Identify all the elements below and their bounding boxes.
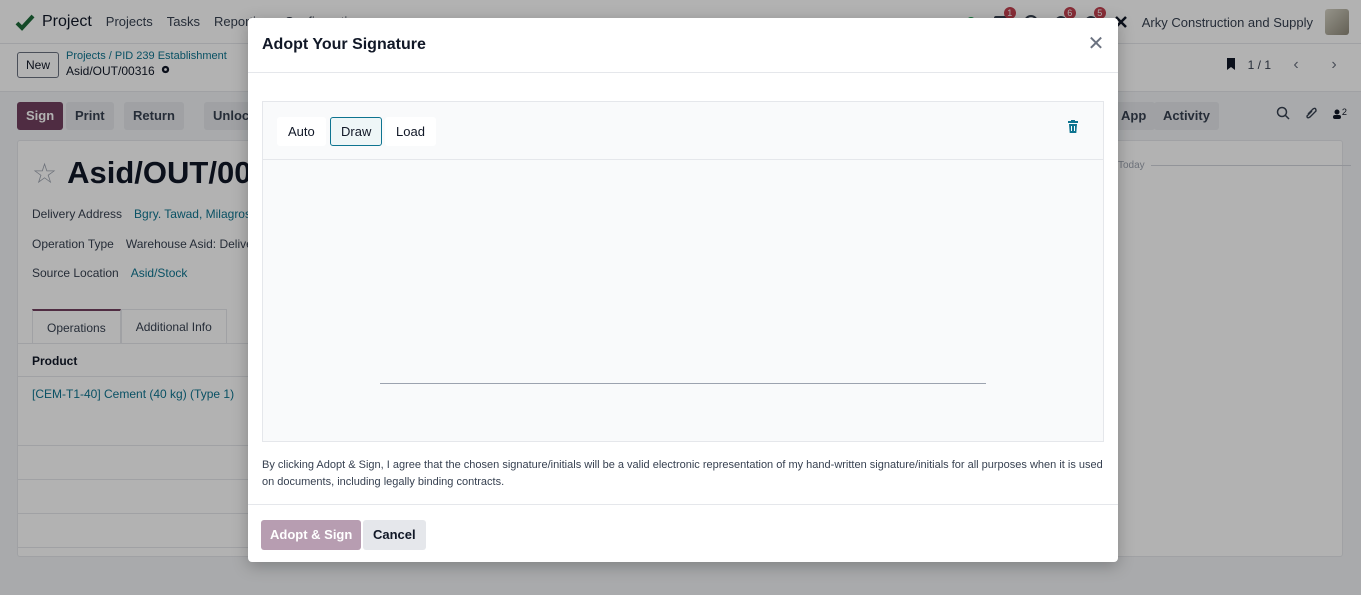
adopt-signature-dialog: Adopt Your Signature ✕ Auto Draw Load By… <box>248 18 1118 562</box>
legal-disclaimer: By clicking Adopt & Sign, I agree that t… <box>262 459 1103 488</box>
dialog-header: Adopt Your Signature ✕ <box>248 18 1118 73</box>
auto-mode-button[interactable]: Auto <box>277 117 326 146</box>
cancel-button[interactable]: Cancel <box>363 520 426 550</box>
signature-area: Auto Draw Load <box>262 101 1104 442</box>
load-mode-button[interactable]: Load <box>385 117 436 146</box>
signature-canvas[interactable] <box>263 160 1103 441</box>
signature-mode-toolbar: Auto Draw Load <box>263 102 1103 160</box>
signature-baseline <box>380 383 986 384</box>
draw-mode-button[interactable]: Draw <box>330 117 383 146</box>
trash-icon[interactable] <box>1067 120 1081 136</box>
close-icon[interactable]: ✕ <box>1086 34 1106 54</box>
adopt-and-sign-button[interactable]: Adopt & Sign <box>261 520 362 550</box>
dialog-footer: Adopt & Sign Cancel <box>248 504 1118 562</box>
dialog-title: Adopt Your Signature <box>262 36 426 53</box>
